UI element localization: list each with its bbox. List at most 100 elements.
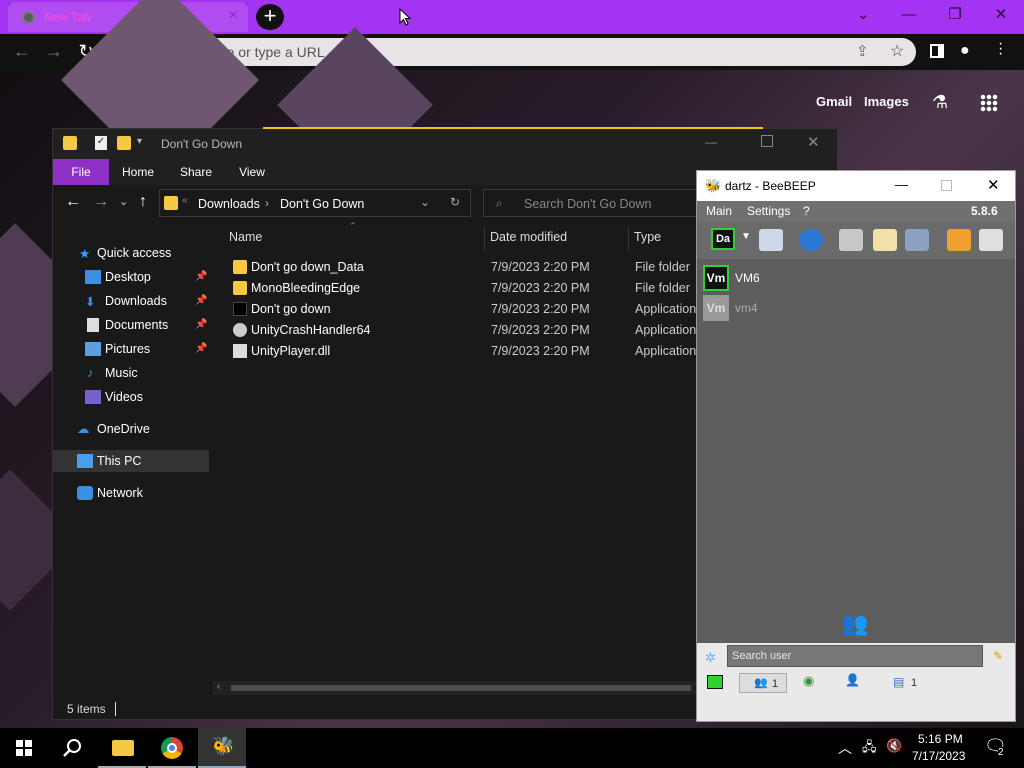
nav-item-label: Desktop (105, 270, 151, 284)
apps-grid-icon[interactable] (980, 94, 998, 112)
nav-item-desktop[interactable]: Desktop 📌 (53, 266, 209, 288)
search-button[interactable] (48, 728, 96, 768)
title-progress-line (263, 127, 763, 129)
bee-maximize-button[interactable] (941, 180, 952, 191)
breadcrumb-overflow-icon[interactable]: « (182, 195, 188, 206)
nav-item-music[interactable]: ♪ Music (53, 362, 209, 384)
clock-time[interactable]: 5:16 PM (918, 732, 963, 746)
status-dropdown-icon[interactable]: ▼ (741, 231, 751, 242)
address-bar[interactable]: « Downloads › Don't Go Down ⌄ ↻ (159, 189, 471, 217)
folder-icon (63, 136, 77, 150)
ribbon-tab-share[interactable]: Share (171, 159, 221, 185)
nav-item-videos[interactable]: Videos (53, 386, 209, 408)
chrome-taskbar-button[interactable] (148, 728, 196, 768)
scrollbar-thumb[interactable] (231, 685, 691, 691)
scroll-left-icon[interactable]: ‹ (217, 681, 220, 692)
mailbox-icon[interactable] (839, 229, 863, 251)
tab-title: New Tab (44, 10, 91, 24)
tools-icon[interactable] (905, 229, 929, 251)
breadcrumb-current[interactable]: Don't Go Down (280, 197, 364, 211)
forward-icon[interactable]: → (42, 41, 66, 63)
file-type: Application (635, 344, 697, 358)
nav-network[interactable]: Network (53, 482, 209, 504)
tab-chat-icon[interactable] (707, 675, 723, 689)
gmail-link[interactable]: Gmail (816, 94, 852, 109)
tab-search-button[interactable]: ⌄ (840, 0, 886, 32)
table-row[interactable]: UnityCrashHandler64 7/9/2023 2:20 PM App… (229, 320, 749, 341)
show-hidden-icons[interactable]: ︿ (838, 738, 852, 758)
file-name: Don't go down_Data (251, 260, 364, 274)
column-header-date[interactable]: Date modified (490, 230, 567, 244)
nav-item-downloads[interactable]: ⬇ Downloads 📌 (53, 290, 209, 312)
bee-app-icon: 🐝 (705, 178, 722, 193)
tab-groups-icon[interactable]: ◉ (803, 673, 814, 689)
refresh-icon[interactable]: ↻ (450, 195, 460, 209)
tab-files[interactable]: ▤ 1 (887, 673, 927, 693)
menu-main[interactable]: Main (706, 204, 732, 218)
clear-search-icon[interactable]: ✎ (993, 649, 1003, 663)
write-message-icon[interactable] (873, 229, 897, 251)
restore-button[interactable]: ❐ (932, 0, 978, 32)
edit-profile-icon[interactable] (759, 229, 783, 251)
ribbon-tab-view[interactable]: View (227, 159, 277, 185)
breadcrumb-downloads[interactable]: Downloads (198, 197, 260, 211)
list-item[interactable]: Vm vm4 (703, 295, 1003, 321)
table-row[interactable]: Don't go down_Data 7/9/2023 2:20 PM File… (229, 257, 749, 278)
table-row[interactable]: Don't go down 7/9/2023 2:20 PM Applicati… (229, 299, 749, 320)
search-user-placeholder: Search user (732, 650, 792, 662)
profile-icon[interactable]: ● (960, 42, 970, 60)
column-header-name[interactable]: Name (229, 230, 262, 244)
clock-date[interactable]: 7/17/2023 (912, 749, 965, 763)
column-header-type[interactable]: Type (634, 230, 661, 244)
share-icon[interactable]: ⇪ (856, 42, 869, 60)
nav-onedrive[interactable]: ☁ OneDrive (53, 418, 209, 440)
close-button[interactable]: ✕ (978, 0, 1024, 32)
menu-help[interactable]: ? (803, 204, 810, 218)
menu-settings[interactable]: Settings (747, 204, 790, 218)
horizontal-scrollbar[interactable]: ‹ (213, 681, 697, 695)
new-folder-icon[interactable] (117, 136, 131, 150)
nav-this-pc[interactable]: This PC (53, 450, 209, 472)
explorer-minimize-button[interactable]: — (705, 135, 717, 149)
back-icon[interactable]: ← (10, 41, 34, 63)
bee-minimize-button[interactable]: — (895, 177, 908, 192)
network-antenna-icon[interactable] (799, 229, 823, 251)
minimize-button[interactable]: — (886, 0, 932, 32)
download-folder-icon[interactable] (947, 229, 971, 251)
tab-users[interactable]: 👥 1 (739, 673, 787, 693)
nav-item-pictures[interactable]: Pictures 📌 (53, 338, 209, 360)
start-button[interactable] (0, 728, 48, 768)
bookmark-star-icon[interactable]: ☆ (890, 41, 904, 61)
clear-icon[interactable] (979, 229, 1003, 251)
menu-dots-icon[interactable]: · · · (998, 36, 1003, 62)
explorer-maximize-button[interactable] (761, 135, 773, 147)
new-tab-button[interactable]: + (256, 4, 284, 30)
ribbon-tab-file[interactable]: File (53, 159, 109, 185)
nav-forward-icon[interactable]: → (93, 193, 109, 211)
nav-back-icon[interactable]: ← (65, 193, 81, 211)
ribbon-tab-home[interactable]: Home (113, 159, 163, 185)
volume-muted-icon[interactable]: 🔇 (886, 738, 902, 754)
qat-dropdown-icon[interactable]: ▾ (137, 136, 142, 147)
search-user-input[interactable]: Search user (727, 645, 983, 667)
table-row[interactable]: MonoBleedingEdge 7/9/2023 2:20 PM File f… (229, 278, 749, 299)
nav-quick-access[interactable]: ★ Quick access (53, 242, 209, 264)
table-row[interactable]: UnityPlayer.dll 7/9/2023 2:20 PM Applica… (229, 341, 749, 362)
bee-close-button[interactable]: ✕ (987, 176, 1000, 194)
nav-item-documents[interactable]: Documents 📌 (53, 314, 209, 336)
tab-contacts-icon[interactable]: 👤 (845, 673, 860, 687)
images-link[interactable]: Images (864, 94, 909, 109)
file-explorer-taskbar-button[interactable] (98, 728, 146, 768)
properties-check-icon[interactable]: ✓ (95, 136, 107, 150)
tab-close-icon[interactable]: ✕ (228, 8, 238, 22)
address-dropdown-icon[interactable]: ⌄ (420, 195, 430, 209)
up-folder-icon[interactable]: ↑ (139, 193, 147, 211)
list-item[interactable]: Vm VM6 (703, 265, 1003, 291)
network-status-icon[interactable]: 🖧 (862, 738, 877, 760)
status-button[interactable]: Da (711, 228, 735, 250)
labs-flask-icon[interactable]: ⚗ (932, 92, 948, 113)
side-panel-icon[interactable] (930, 44, 944, 58)
explorer-close-button[interactable]: ✕ (807, 133, 820, 151)
recent-locations-icon[interactable]: ⌄ (119, 195, 128, 208)
filter-icon[interactable]: ✲ (705, 650, 716, 666)
